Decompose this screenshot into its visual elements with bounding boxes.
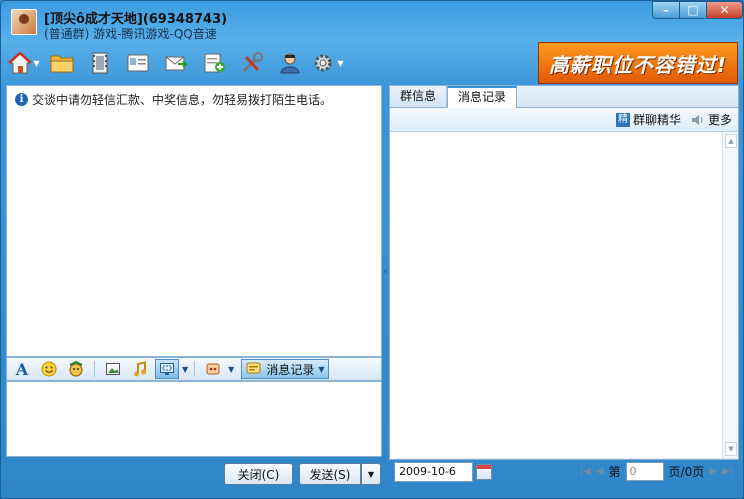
scroll-down-icon[interactable]: ▼ [725,442,737,456]
last-page-icon[interactable]: ▶| [722,466,733,477]
calendar-icon[interactable] [476,464,492,480]
group-essence-label: 群聊精华 [632,113,681,127]
speaker-icon [691,114,703,125]
close-window-button[interactable]: ✕ [706,1,743,19]
toolbar-film-button[interactable] [81,47,119,79]
shake-window-icon [206,363,220,375]
scroll-up-icon[interactable]: ▲ [725,134,737,148]
message-record-button[interactable]: 消息记录 ▼ [241,359,330,379]
message-input[interactable] [6,381,382,457]
screenshot-button[interactable] [155,359,179,379]
security-notice-text: 交谈中请勿轻信汇款、中奖信息，勿轻易拨打陌生电话。 [32,93,333,107]
security-notice: i 交谈中请勿轻信汇款、中奖信息，勿轻易拨打陌生电话。 [15,91,332,108]
info-icon: i [15,93,28,106]
toolbar-folder-button[interactable] [43,47,81,79]
group-avatar[interactable] [11,9,37,35]
chevron-down-icon: ▼ [337,58,344,68]
more-link[interactable]: 更多 [691,111,732,128]
film-icon [92,52,108,74]
emoticon-button[interactable] [37,359,61,379]
chevron-left-icon: ‹ [383,265,388,277]
message-record-icon [246,362,261,374]
toolbar-mail-button[interactable] [157,47,195,79]
shake-button[interactable] [201,359,225,379]
right-panel: 群信息 消息记录 精 群聊精华 更多 ▲ ▼ [389,85,739,460]
gear-icon [314,54,332,72]
send-button[interactable]: 发送(S) [299,463,361,485]
magic-face-icon [69,361,83,377]
mail-icon [165,56,188,71]
window-subtitle: (普通群) 游戏-腾讯游戏-QQ音速 [44,27,217,41]
page-number-input[interactable]: 0 [625,462,664,481]
tools-icon [242,52,263,73]
tab-message-record[interactable]: 消息记录 [447,86,518,109]
message-record-label: 消息记录 [266,362,315,377]
toolbar-tools-button[interactable] [233,47,271,79]
history-list[interactable] [390,132,722,458]
history-toolbar: 精 群聊精华 更多 [390,108,738,132]
more-label: 更多 [707,113,732,127]
pane-splitter[interactable]: ‹ [382,85,389,457]
group-essence-link[interactable]: 精 群聊精华 [615,111,681,128]
music-button[interactable] [128,359,152,379]
toolbar-gear-button[interactable]: ▼ [309,47,347,79]
chat-window: [顶尖ô成才天地](69348743) (普通群) 游戏-腾讯游戏-QQ音速 –… [0,0,744,499]
first-page-icon[interactable]: |◀ [580,466,591,477]
essence-icon: 精 [615,112,630,127]
right-panel-tabs: 群信息 消息记录 [390,86,738,109]
folder-icon [50,55,74,73]
date-field[interactable]: 2009-10-6 [394,462,473,482]
toolbar-add-note-button[interactable] [195,47,233,79]
chevron-down-icon[interactable]: ▼ [182,365,188,374]
format-toolbar: A ▼ ▼ 消息记录 ▼ [6,357,382,381]
history-scrollbar[interactable]: ▲ ▼ [722,132,738,458]
font-icon: A [15,359,29,379]
page-suffix: 页/0页 [668,465,705,479]
magic-emoticon-button[interactable] [64,359,88,379]
send-options-button[interactable]: ▼ [361,463,381,485]
image-icon [106,363,120,375]
font-button[interactable]: A [10,359,34,379]
history-footer: 2009-10-6 |◀ ◀ 第 0 页/0页 ▶ ▶| [389,460,739,484]
toolbar-card-button[interactable] [119,47,157,79]
next-page-icon[interactable]: ▶ [709,466,717,477]
toolbar-separator [194,361,196,377]
card-icon [127,54,149,72]
ad-banner[interactable]: 高薪职位不容错过! [538,42,738,84]
screenshot-icon [160,363,174,375]
minimize-button[interactable]: – [652,1,680,19]
user-badge-icon [280,53,300,74]
home-icon [8,52,33,74]
add-note-icon [204,53,225,73]
pager: |◀ ◀ 第 0 页/0页 ▶ ▶| [580,462,733,481]
toolbar: ▼ ▼ [5,45,347,81]
page-prefix: 第 [608,465,621,479]
toolbar-home-button[interactable]: ▼ [5,47,43,79]
chevron-down-icon: ▼ [33,58,40,68]
tab-group-info[interactable]: 群信息 [390,86,448,108]
music-icon [134,361,146,377]
image-button[interactable] [101,359,125,379]
chevron-down-icon[interactable]: ▼ [228,365,234,374]
close-button[interactable]: 关闭(C) [224,463,293,485]
chevron-down-icon: ▼ [367,469,375,479]
toolbar-user-badge-button[interactable] [271,47,309,79]
toolbar-separator [94,361,95,377]
chat-display[interactable]: i 交谈中请勿轻信汇款、中奖信息，勿轻易拨打陌生电话。 [6,85,382,357]
smiley-icon [41,361,57,377]
prev-page-icon[interactable]: ◀ [596,466,604,477]
chevron-down-icon: ▼ [318,364,325,374]
maximize-button[interactable]: □ [679,1,707,19]
